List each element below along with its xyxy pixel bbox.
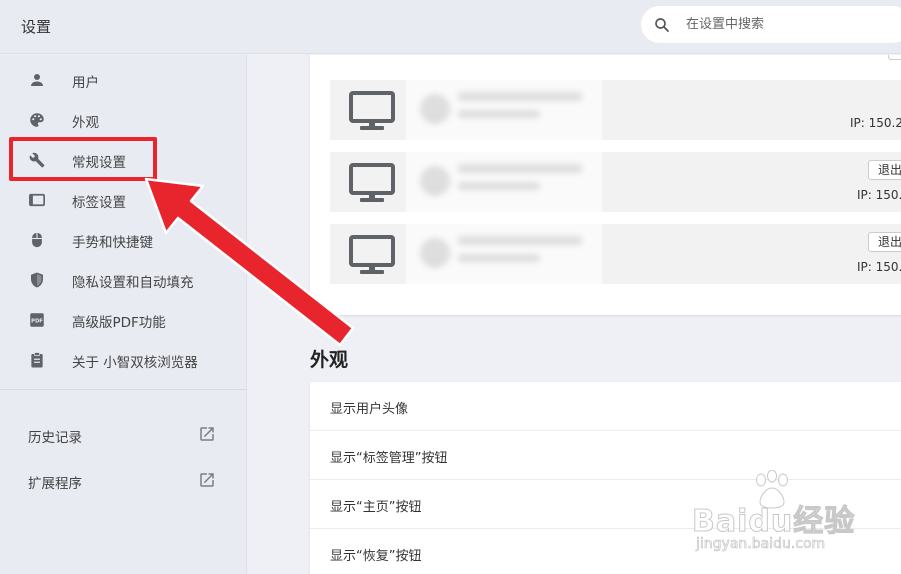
header-bar: 设置 xyxy=(0,0,901,54)
svg-text:PDF: PDF xyxy=(31,318,43,324)
setting-row-show-home-button[interactable]: 显示“主页”按钮 xyxy=(310,480,901,529)
shield-icon xyxy=(31,272,43,288)
setting-label: 显示“主页”按钮 xyxy=(330,500,422,515)
tab-icon xyxy=(29,193,45,207)
sidebar-item-about[interactable]: 关于 小智双核浏览器 xyxy=(0,340,247,380)
sidebar-item-label: 高级版PDF功能 xyxy=(72,315,166,331)
setting-label: 显示“恢复”按钮 xyxy=(330,549,422,564)
device-row: IP: 150.25 xyxy=(330,80,901,140)
device-row: 退出 IP: 150.2 xyxy=(330,152,901,212)
setting-label: 显示用户头像 xyxy=(330,402,409,417)
search-icon xyxy=(655,18,669,32)
sidebar-item-advanced-pdf[interactable]: PDF 高级版PDF功能 xyxy=(0,300,247,340)
monitor-icon xyxy=(349,91,395,130)
logout-button[interactable]: 退出 xyxy=(868,160,901,180)
blurred-device-info xyxy=(406,152,602,212)
appearance-card: 显示用户头像 显示“标签管理”按钮 显示“主页”按钮 显示“恢复”按钮 xyxy=(310,382,901,574)
open-in-new-icon xyxy=(200,427,214,441)
search-box[interactable] xyxy=(641,6,901,43)
sidebar-divider xyxy=(0,389,247,390)
logout-button[interactable]: 退出 xyxy=(868,232,901,252)
open-in-new-icon xyxy=(200,473,214,487)
sidebar-item-label: 手势和快捷键 xyxy=(72,235,153,251)
sidebar: 用户 外观 常规设置 标签设置 手势和快捷键 隐私设置和自动填充 PDF 高级版… xyxy=(0,55,247,574)
sidebar-item-label: 用户 xyxy=(72,75,99,91)
blurred-device-info xyxy=(406,224,602,284)
sidebar-link-label: 历史记录 xyxy=(28,430,82,446)
sidebar-item-appearance[interactable]: 外观 xyxy=(0,100,247,140)
sidebar-item-label: 隐私设置和自动填充 xyxy=(72,275,194,291)
devices-card: IP: 150.25 退出 IP: 150.2 xyxy=(310,55,901,315)
sidebar-item-users[interactable]: 用户 xyxy=(0,60,247,100)
setting-label: 显示“标签管理”按钮 xyxy=(330,451,448,466)
search-input[interactable] xyxy=(686,6,896,43)
sidebar-item-label: 关于 小智双核浏览器 xyxy=(72,355,198,371)
mouse-icon xyxy=(32,232,42,248)
blurred-device-info xyxy=(406,80,602,140)
appearance-section-title: 外观 xyxy=(310,349,349,371)
sidebar-item-tab-settings[interactable]: 标签设置 xyxy=(0,180,247,220)
sidebar-link-label: 扩展程序 xyxy=(28,476,82,492)
highlight-annotation-box xyxy=(9,137,157,181)
device-ip: IP: 150.25 xyxy=(850,116,901,130)
monitor-icon xyxy=(349,163,395,202)
setting-row-show-avatar[interactable]: 显示用户头像 xyxy=(310,382,901,431)
device-row: 退出 IP: 150.2 xyxy=(330,224,901,284)
monitor-icon xyxy=(349,235,395,274)
sidebar-item-privacy-autofill[interactable]: 隐私设置和自动填充 xyxy=(0,260,247,300)
sidebar-item-label: 标签设置 xyxy=(72,195,126,211)
sidebar-link-history[interactable]: 历史记录 xyxy=(0,415,247,455)
clipboard-icon xyxy=(31,352,43,368)
sidebar-link-extensions[interactable]: 扩展程序 xyxy=(0,461,247,501)
setting-row-show-restore-button[interactable]: 显示“恢复”按钮 xyxy=(310,529,901,574)
setting-row-show-tab-manager-button[interactable]: 显示“标签管理”按钮 xyxy=(310,431,901,480)
device-ip: IP: 150.2 xyxy=(857,188,901,202)
main-content: IP: 150.25 退出 IP: 150.2 xyxy=(248,55,901,574)
page-title: 设置 xyxy=(21,18,52,36)
pdf-icon: PDF xyxy=(30,313,44,327)
palette-icon xyxy=(30,113,44,127)
partial-control[interactable] xyxy=(888,55,901,60)
sidebar-item-label: 外观 xyxy=(72,115,99,131)
sidebar-item-gestures-shortcuts[interactable]: 手势和快捷键 xyxy=(0,220,247,260)
device-ip: IP: 150.2 xyxy=(857,260,901,274)
person-icon xyxy=(31,74,43,86)
